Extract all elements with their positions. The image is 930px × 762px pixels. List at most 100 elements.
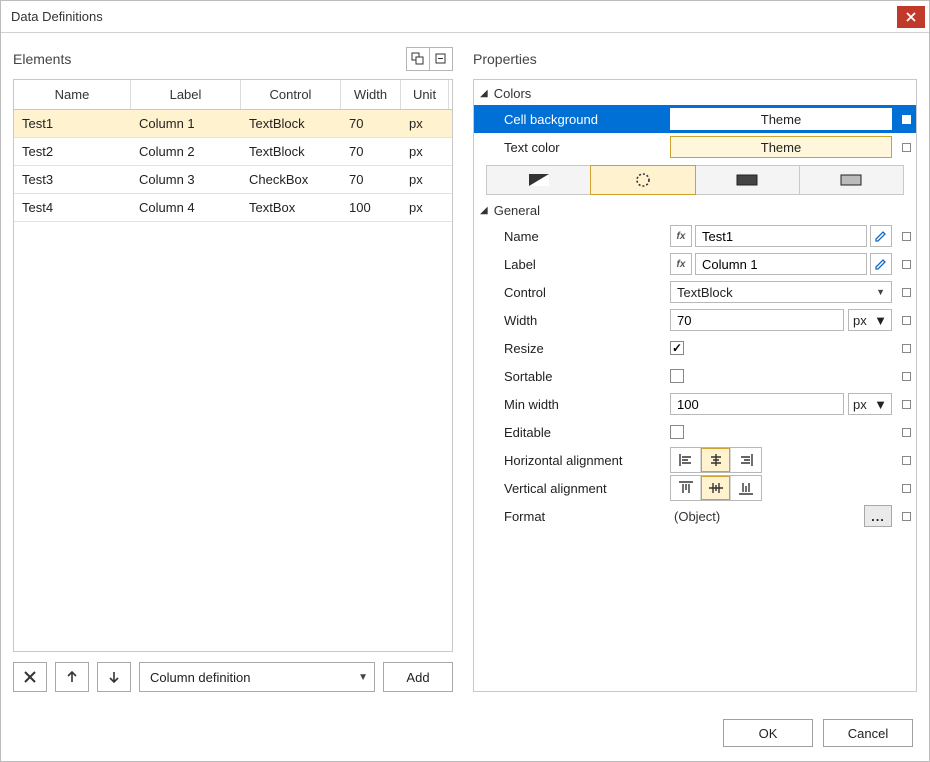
control-select[interactable]: TextBlock ▼ xyxy=(670,281,892,303)
prop-text-color[interactable]: Text color Theme xyxy=(474,133,916,161)
section-colors-label: Colors xyxy=(494,86,532,101)
properties-title: Properties xyxy=(473,51,917,67)
align-bottom-icon xyxy=(739,481,753,495)
section-general-label: General xyxy=(494,203,540,218)
collapse-all-button[interactable] xyxy=(429,47,453,71)
style-tab-solid[interactable] xyxy=(695,165,800,195)
editable-label: Editable xyxy=(474,425,670,440)
ok-button[interactable]: OK xyxy=(723,719,813,747)
edit-button[interactable] xyxy=(870,225,892,247)
prop-cell-background[interactable]: Cell background Theme xyxy=(474,105,916,133)
dialog-window: Data Definitions Elements Na xyxy=(0,0,930,762)
label-label: Label xyxy=(474,257,670,272)
resize-label: Resize xyxy=(474,341,670,356)
cell-label: Column 4 xyxy=(131,194,241,221)
valign-bottom[interactable] xyxy=(731,476,761,500)
pencil-icon xyxy=(875,258,887,270)
collapse-all-icon xyxy=(434,52,448,66)
cell-name: Test4 xyxy=(14,194,131,221)
titlebar: Data Definitions xyxy=(1,1,929,33)
cell-unit: px xyxy=(401,110,449,137)
header-unit[interactable]: Unit xyxy=(401,80,449,109)
delete-icon xyxy=(24,671,36,683)
close-icon xyxy=(906,12,916,22)
header-width[interactable]: Width xyxy=(341,80,401,109)
elements-footer: Column definition ▼ Add xyxy=(13,662,453,692)
format-label: Format xyxy=(474,509,670,524)
format-ellipsis-button[interactable]: ... xyxy=(864,505,892,527)
halign-center[interactable] xyxy=(701,448,731,472)
pencil-icon xyxy=(875,230,887,242)
arrow-down-icon xyxy=(108,671,120,683)
elements-table: Name Label Control Width Unit Test1Colum… xyxy=(13,79,453,652)
valign-label: Vertical alignment xyxy=(474,481,670,496)
edit-button[interactable] xyxy=(870,253,892,275)
expand-all-button[interactable] xyxy=(406,47,430,71)
marker-icon xyxy=(902,428,911,437)
add-button-label: Add xyxy=(406,670,429,685)
close-button[interactable] xyxy=(897,6,925,28)
valign-middle[interactable] xyxy=(701,476,731,500)
align-left-icon xyxy=(679,454,693,466)
table-row[interactable]: Test2Column 2TextBlock70px xyxy=(14,138,452,166)
editable-checkbox[interactable] xyxy=(670,425,684,439)
fx-button[interactable]: fx xyxy=(670,225,692,247)
cell-label: Column 3 xyxy=(131,166,241,193)
width-label: Width xyxy=(474,313,670,328)
halign-left[interactable] xyxy=(671,448,701,472)
dialog-footer: OK Cancel xyxy=(1,704,929,761)
table-row[interactable]: Test3Column 3CheckBox70px xyxy=(14,166,452,194)
prop-vertical-alignment: Vertical alignment xyxy=(474,474,916,502)
marker-icon xyxy=(902,484,911,493)
prop-width: Width px ▼ xyxy=(474,306,916,334)
resize-checkbox[interactable] xyxy=(670,341,684,355)
style-tab-outline[interactable] xyxy=(799,165,904,195)
move-down-button[interactable] xyxy=(97,662,131,692)
cell-unit: px xyxy=(401,166,449,193)
text-color-value[interactable]: Theme xyxy=(670,136,892,158)
chevron-down-icon: ▼ xyxy=(358,672,368,683)
width-input[interactable] xyxy=(670,309,844,331)
halign-right[interactable] xyxy=(731,448,761,472)
chevron-down-icon: ▼ xyxy=(874,397,887,412)
prop-horizontal-alignment: Horizontal alignment xyxy=(474,446,916,474)
elements-title: Elements xyxy=(13,51,406,67)
width-unit-select[interactable]: px ▼ xyxy=(848,309,892,331)
section-colors[interactable]: ◢ Colors xyxy=(474,80,916,105)
add-button[interactable]: Add xyxy=(383,662,453,692)
marker-icon xyxy=(902,316,911,325)
cell-background-value[interactable]: Theme xyxy=(670,108,892,130)
element-type-combo[interactable]: Column definition ▼ xyxy=(139,662,375,692)
table-row[interactable]: Test1Column 1TextBlock70px xyxy=(14,110,452,138)
marker-icon xyxy=(902,400,911,409)
combo-value: Column definition xyxy=(150,670,358,685)
prop-label: Label fx xyxy=(474,250,916,278)
section-general[interactable]: ◢ General xyxy=(474,197,916,222)
cancel-button[interactable]: Cancel xyxy=(823,719,913,747)
marker-icon xyxy=(902,115,911,124)
prop-name: Name fx xyxy=(474,222,916,250)
valign-top[interactable] xyxy=(671,476,701,500)
marker-icon xyxy=(902,232,911,241)
fx-button[interactable]: fx xyxy=(670,253,692,275)
prop-format: Format (Object) ... xyxy=(474,502,916,530)
move-up-button[interactable] xyxy=(55,662,89,692)
table-row[interactable]: Test4Column 4TextBox100px xyxy=(14,194,452,222)
style-tab-dashed[interactable] xyxy=(590,165,695,195)
solid-rect-icon xyxy=(736,174,758,186)
min-width-input[interactable] xyxy=(670,393,844,415)
marker-icon xyxy=(902,260,911,269)
cell-name: Test3 xyxy=(14,166,131,193)
style-tab-gradient[interactable] xyxy=(486,165,591,195)
header-control[interactable]: Control xyxy=(241,80,341,109)
sortable-checkbox[interactable] xyxy=(670,369,684,383)
name-input[interactable] xyxy=(695,225,867,247)
header-name[interactable]: Name xyxy=(14,80,131,109)
header-label[interactable]: Label xyxy=(131,80,241,109)
label-input[interactable] xyxy=(695,253,867,275)
delete-button[interactable] xyxy=(13,662,47,692)
cell-name: Test1 xyxy=(14,110,131,137)
min-width-unit-select[interactable]: px ▼ xyxy=(848,393,892,415)
cell-control: TextBox xyxy=(241,194,341,221)
align-center-icon xyxy=(709,454,723,466)
